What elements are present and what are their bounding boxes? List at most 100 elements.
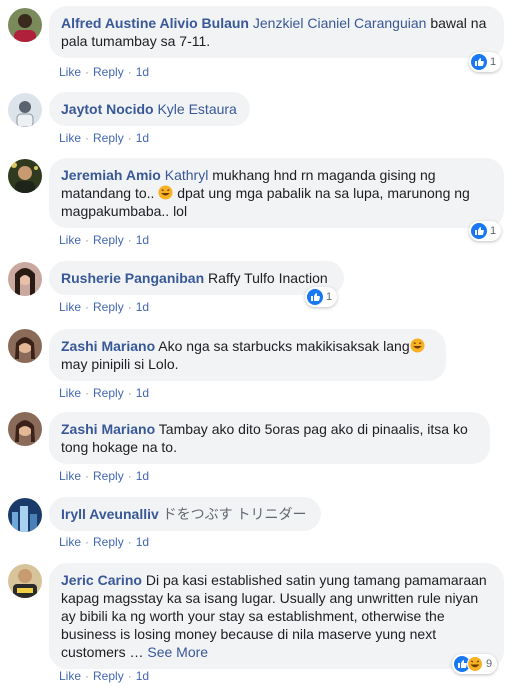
like-reaction-icon: [307, 289, 323, 305]
comment-actions: Like · Reply · 1d: [59, 535, 149, 549]
comment-bubble: Iryll Aveunalliv ドをつぶす トリニダー: [49, 497, 321, 531]
separator: ·: [127, 469, 132, 483]
timestamp[interactable]: 1d: [136, 669, 149, 683]
comment-mention[interactable]: Kyle Estaura: [157, 101, 236, 117]
like-link[interactable]: Like: [59, 386, 81, 400]
separator: ·: [85, 131, 90, 145]
laughing-emoji-icon: [410, 338, 425, 353]
comment-text: Di pa kasi established satin yung tamang…: [145, 572, 487, 588]
reply-link[interactable]: Reply: [93, 233, 124, 247]
like-reaction-icon: [471, 223, 487, 239]
comment-text: dpat ung mga pabalik na sa lupa, marunon…: [177, 185, 470, 201]
comment-author[interactable]: Jaytot Nocido: [61, 101, 154, 117]
comment-text: may pinipili si Lolo.: [61, 356, 179, 372]
like-link[interactable]: Like: [59, 65, 81, 79]
like-link[interactable]: Like: [59, 535, 81, 549]
avatar[interactable]: [8, 329, 42, 363]
comment-text: tong hokage na to.: [61, 439, 177, 455]
comment-text: Tambay ako dito 5oras pag ako di pinaali…: [158, 421, 468, 437]
comment-bubble: Jeremiah Amio Kathryl mukhang hnd rn mag…: [49, 158, 504, 228]
reaction-summary[interactable]: 9: [452, 654, 498, 674]
timestamp[interactable]: 1d: [136, 65, 149, 79]
separator: ·: [85, 300, 90, 314]
comment-author[interactable]: Alfred Austine Alivio Bulaun: [61, 15, 249, 31]
reply-link[interactable]: Reply: [93, 469, 124, 483]
reaction-summary[interactable]: 1: [305, 287, 338, 307]
comment-text: magpakumbaba.. lol: [61, 203, 188, 219]
separator: ·: [85, 669, 90, 683]
comment-text: matandang to..: [61, 185, 155, 201]
separator: ·: [85, 386, 90, 400]
like-link[interactable]: Like: [59, 669, 81, 683]
avatar[interactable]: [8, 564, 42, 598]
like-reaction-icon: [471, 54, 487, 70]
separator: ·: [127, 233, 132, 247]
avatar[interactable]: [8, 8, 42, 42]
reaction-summary[interactable]: 1: [469, 52, 502, 72]
separator: ·: [85, 535, 90, 549]
comment-bubble: Rusherie Panganiban Raffy Tulfo Inaction: [49, 261, 344, 295]
comment-text: Raffy Tulfo Inaction: [208, 270, 328, 286]
reaction-count: 1: [326, 291, 333, 303]
comment-actions: Like · Reply · 1d: [59, 233, 149, 247]
comment-author[interactable]: Jeric Carino: [61, 572, 142, 588]
comment-author[interactable]: Iryll Aveunalliv: [61, 506, 159, 522]
comment-author[interactable]: Zashi Mariano: [61, 421, 155, 437]
reaction-count: 1: [490, 56, 497, 68]
comment-text: mukhang hnd rn maganda gising ng: [212, 167, 436, 183]
comment-bubble: Zashi Mariano Tambay ako dito 5oras pag …: [49, 412, 490, 464]
reply-link[interactable]: Reply: [93, 300, 124, 314]
haha-reaction-icon: [467, 656, 483, 672]
comment-author[interactable]: Jeremiah Amio: [61, 167, 161, 183]
like-link[interactable]: Like: [59, 233, 81, 247]
comment-text: customers …: [61, 644, 144, 660]
comment-actions: Like · Reply · 1d: [59, 300, 149, 314]
comment-text: kapag magsstay ka sa isang lugar. Usuall…: [61, 590, 479, 606]
comment-actions: Like · Reply · 1d: [59, 131, 149, 145]
reaction-count: 1: [490, 225, 497, 237]
timestamp[interactable]: 1d: [136, 300, 149, 314]
separator: ·: [127, 669, 132, 683]
like-link[interactable]: Like: [59, 131, 81, 145]
separator: ·: [127, 131, 132, 145]
comment-bubble: Zashi Mariano Ako nga sa starbucks makik…: [49, 329, 446, 381]
like-link[interactable]: Like: [59, 469, 81, 483]
comment-mention[interactable]: Jenzkiel Cianiel Caranguian: [253, 15, 427, 31]
comment-bubble: Jeric Carino Di pa kasi established sati…: [49, 563, 504, 669]
timestamp[interactable]: 1d: [136, 386, 149, 400]
separator: ·: [85, 233, 90, 247]
comment-author[interactable]: Rusherie Panganiban: [61, 270, 204, 286]
comment-actions: Like · Reply · 1d: [59, 469, 149, 483]
reply-link[interactable]: Reply: [93, 386, 124, 400]
comment-text: ドをつぶす トリニダー: [162, 506, 307, 522]
timestamp[interactable]: 1d: [136, 469, 149, 483]
reply-link[interactable]: Reply: [93, 535, 124, 549]
timestamp[interactable]: 1d: [136, 535, 149, 549]
reply-link[interactable]: Reply: [93, 131, 124, 145]
see-more-link[interactable]: See More: [147, 644, 208, 660]
like-link[interactable]: Like: [59, 300, 81, 314]
separator: ·: [127, 535, 132, 549]
separator: ·: [85, 469, 90, 483]
separator: ·: [127, 300, 132, 314]
reaction-summary[interactable]: 1: [469, 221, 502, 241]
comment-text: Ako nga sa starbucks makikisaksak lang: [158, 338, 410, 354]
comment-actions: Like · Reply · 1d: [59, 386, 149, 400]
reply-link[interactable]: Reply: [93, 65, 124, 79]
separator: ·: [85, 65, 90, 79]
avatar[interactable]: [8, 159, 42, 193]
comment-bubble: Jaytot Nocido Kyle Estaura: [49, 92, 250, 126]
separator: ·: [127, 65, 132, 79]
timestamp[interactable]: 1d: [136, 233, 149, 247]
timestamp[interactable]: 1d: [136, 131, 149, 145]
avatar[interactable]: [8, 93, 42, 127]
avatar[interactable]: [8, 498, 42, 532]
avatar[interactable]: [8, 412, 42, 446]
comment-mention[interactable]: Kathryl: [165, 167, 209, 183]
comment-bubble: Alfred Austine Alivio Bulaun Jenzkiel Ci…: [49, 6, 504, 58]
comment-author[interactable]: Zashi Mariano: [61, 338, 155, 354]
comment-text: ay bibili ka ng worth your stay sa estab…: [61, 608, 445, 624]
comment-actions: Like · Reply · 1d: [59, 669, 149, 683]
reply-link[interactable]: Reply: [93, 669, 124, 683]
avatar[interactable]: [8, 262, 42, 296]
